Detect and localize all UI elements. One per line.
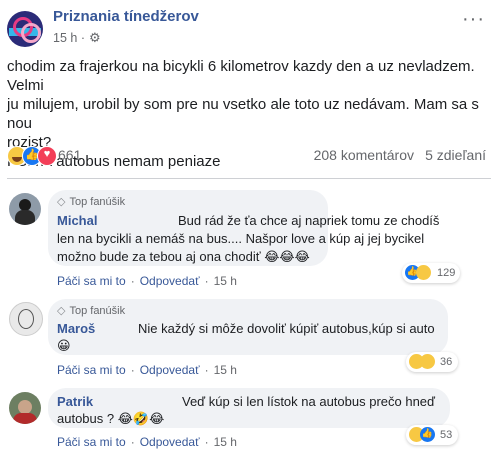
comment-time[interactable]: 15 h [214, 363, 237, 377]
page-name[interactable]: Priznania tínedžerov [53, 8, 199, 25]
more-dots-icon[interactable]: ··· [462, 8, 485, 31]
diamond-icon: ◇ [57, 305, 66, 317]
like-link[interactable]: Páči sa mi to [57, 274, 126, 288]
like-link[interactable]: Páči sa mi to [57, 363, 126, 377]
comment-reactions[interactable]: 36 [406, 352, 458, 372]
comment-text: 😀 [57, 338, 71, 353]
shares-count[interactable]: 5 zdieľaní [425, 147, 486, 163]
logo-ring [21, 23, 41, 43]
comment-reactions[interactable]: 👍 53 [406, 425, 458, 445]
diamond-icon: ◇ [57, 196, 66, 208]
post-text-line: chodim za frajerkou na bicykli 6 kilomet… [7, 58, 475, 94]
comment-reaction-count: 53 [440, 429, 453, 441]
reply-link[interactable]: Odpovedať [140, 435, 200, 449]
comments-count[interactable]: 208 komentárov [314, 147, 414, 163]
post-text-line: ju milujem, urobil by som pre nu vsetko … [7, 96, 479, 132]
avatar[interactable] [9, 392, 41, 424]
gear-icon[interactable]: ⚙ [89, 30, 101, 46]
comment-author[interactable]: Maroš [57, 321, 95, 336]
top-fan-badge: ◇ Top fanúšik [57, 196, 126, 208]
comment-actions: Páči sa mi to · Odpovedať · 15 h [57, 435, 237, 449]
comment-time[interactable]: 15 h [214, 435, 237, 449]
post-header: Priznania tínedžerov 15 h · ⚙ ··· [0, 0, 498, 50]
comment-text: možno bude za tebou aj ona chodiť 😂😂😂 [57, 249, 310, 264]
reply-link[interactable]: Odpovedať [140, 363, 200, 377]
comment-text: len na bycikli a nemáš na bus.... Našpor… [57, 231, 425, 246]
divider [7, 178, 491, 179]
comment-actions: Páči sa mi to · Odpovedať · 15 h [57, 363, 237, 377]
comment-author[interactable]: Patrik [57, 394, 93, 409]
page-avatar[interactable] [7, 11, 43, 47]
comment-reaction-count: 129 [437, 267, 456, 279]
comment-reaction-count: 36 [440, 356, 453, 368]
comment-time[interactable]: 15 h [214, 274, 237, 288]
comment-reactions[interactable]: 👍 129 [402, 263, 460, 283]
avatar[interactable] [9, 193, 41, 225]
comment-author[interactable]: Michal [57, 213, 97, 228]
reply-link[interactable]: Odpovedať [140, 274, 200, 288]
comment-actions: Páči sa mi to · Odpovedať · 15 h [57, 274, 237, 288]
avatar[interactable] [9, 302, 43, 336]
post-time[interactable]: 15 h · [53, 31, 85, 45]
like-reaction-icon: 👍 [420, 427, 435, 442]
comment-text: Nie každý si môže dovoliť kúpiť autobus,… [138, 321, 435, 336]
love-reaction-icon: ♥ [37, 146, 57, 166]
haha-reaction-icon [420, 354, 435, 369]
top-fan-badge: ◇ Top fanúšik [57, 305, 126, 317]
like-link[interactable]: Páči sa mi to [57, 435, 126, 449]
comment-text: Veď kúp si len lístok na autobus prečo h… [182, 394, 436, 409]
reaction-count[interactable]: 661 [58, 147, 81, 163]
comment-text: autobus ? 😂🤣😂 [57, 411, 165, 426]
comment-text: Bud rád že ťa chce aj napriek tomu ze ch… [178, 213, 440, 228]
haha-reaction-icon [416, 265, 431, 280]
